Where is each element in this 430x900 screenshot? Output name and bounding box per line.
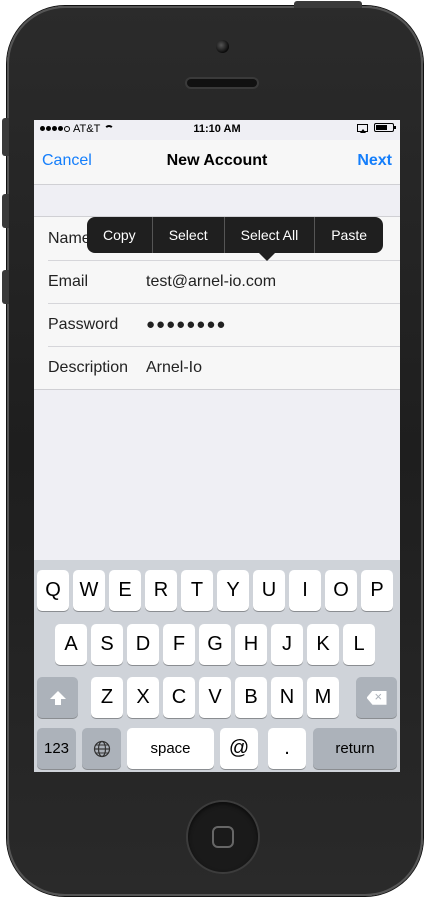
key-f[interactable]: F	[163, 624, 195, 665]
period-key[interactable]: .	[268, 728, 306, 769]
password-row[interactable]: Password ●●●●●●●●	[34, 303, 400, 346]
key-s[interactable]: S	[91, 624, 123, 665]
key-p[interactable]: P	[361, 570, 393, 611]
numbers-key[interactable]: 123	[37, 728, 76, 769]
description-field[interactable]: Arnel-Io	[146, 359, 202, 377]
select-all-menu-item[interactable]: Select All	[223, 217, 315, 253]
key-q[interactable]: Q	[37, 570, 69, 611]
key-v[interactable]: V	[199, 677, 231, 718]
next-button[interactable]: Next	[357, 152, 392, 170]
description-label: Description	[48, 359, 129, 376]
key-x[interactable]: X	[127, 677, 159, 718]
password-label: Password	[48, 316, 119, 333]
shift-icon	[49, 690, 66, 705]
key-h[interactable]: H	[235, 624, 267, 665]
volume-up-button	[2, 194, 9, 228]
key-u[interactable]: U	[253, 570, 285, 611]
key-g[interactable]: G	[199, 624, 231, 665]
front-camera	[216, 40, 229, 53]
delete-icon	[366, 690, 387, 705]
status-time: 11:10 AM	[193, 123, 241, 135]
key-k[interactable]: K	[307, 624, 339, 665]
email-row[interactable]: Email test@arnel-io.com	[34, 260, 400, 303]
globe-key[interactable]	[82, 728, 121, 769]
key-l[interactable]: L	[343, 624, 375, 665]
navigation-bar: Cancel New Account Next	[34, 140, 400, 185]
select-menu-item[interactable]: Select	[151, 217, 224, 253]
airplay-icon	[357, 123, 368, 133]
email-field[interactable]: test@arnel-io.com	[146, 273, 276, 291]
key-w[interactable]: W	[73, 570, 105, 611]
paste-menu-item[interactable]: Paste	[314, 217, 383, 253]
email-label: Email	[48, 273, 89, 290]
key-b[interactable]: B	[235, 677, 267, 718]
password-field[interactable]: ●●●●●●●●	[146, 316, 226, 333]
return-key[interactable]: return	[313, 728, 397, 769]
key-c[interactable]: C	[163, 677, 195, 718]
keyboard: Q W E R T Y U I O P A S D F G H J K L Z …	[34, 560, 400, 772]
key-j[interactable]: J	[271, 624, 303, 665]
globe-icon	[93, 740, 110, 757]
key-d[interactable]: D	[127, 624, 159, 665]
edit-menu-pointer	[259, 253, 275, 261]
key-e[interactable]: E	[109, 570, 141, 611]
at-key[interactable]: @	[220, 728, 258, 769]
volume-down-button	[2, 270, 9, 304]
key-m[interactable]: M	[307, 677, 339, 718]
screen: AT&T 11:10 AM Cancel New Account Next Na…	[34, 120, 400, 772]
name-label: Name	[48, 230, 91, 247]
battery-icon	[374, 123, 396, 132]
page-title: New Account	[166, 152, 268, 169]
key-n[interactable]: N	[271, 677, 303, 718]
key-a[interactable]: A	[55, 624, 87, 665]
key-z[interactable]: Z	[91, 677, 123, 718]
key-t[interactable]: T	[181, 570, 213, 611]
earpiece-speaker	[187, 79, 257, 87]
mute-switch	[2, 118, 9, 156]
key-r[interactable]: R	[145, 570, 177, 611]
key-y[interactable]: Y	[217, 570, 249, 611]
edit-menu: Copy Select Select All Paste	[87, 217, 384, 253]
home-button-icon	[212, 826, 234, 848]
delete-key[interactable]	[356, 677, 397, 718]
power-button	[294, 1, 362, 8]
shift-key[interactable]	[37, 677, 78, 718]
description-row[interactable]: Description Arnel-Io	[34, 346, 400, 389]
key-o[interactable]: O	[325, 570, 357, 611]
battery-level	[376, 125, 387, 130]
status-bar: AT&T 11:10 AM	[34, 120, 400, 140]
space-key[interactable]: space	[127, 728, 214, 769]
key-i[interactable]: I	[289, 570, 321, 611]
copy-menu-item[interactable]: Copy	[87, 217, 152, 253]
